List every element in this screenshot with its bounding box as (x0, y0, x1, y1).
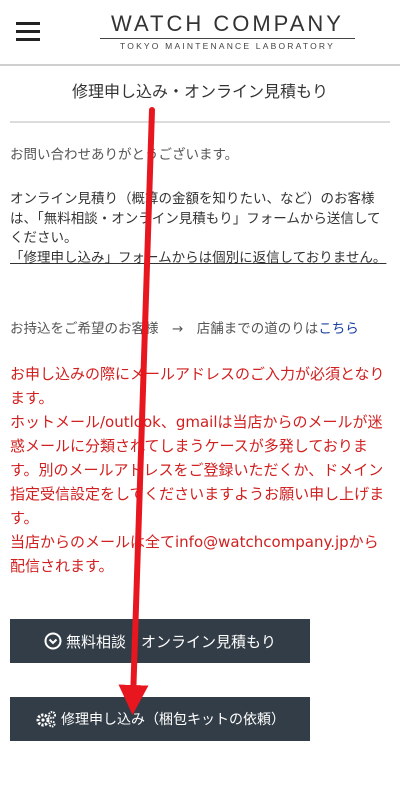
warning-line: お申し込みの際にメールアドレスのご入力が必須となります。 (10, 365, 385, 407)
visit-text: お持込をご希望のお客様 → 店舗までの道のりは (10, 321, 319, 337)
thanks-text: お問い合わせありがとうございます。 (10, 147, 239, 163)
page-title: 修理申し込み・オンライン見積もり (71, 82, 328, 101)
warning-line: 当店からのメールは全てinfo@watchcompany.jpから配信されます。 (10, 533, 379, 575)
repair-request-button[interactable]: 修理申し込み（梱包キットの依頼） (10, 697, 310, 741)
no-reply-note: 「修理申し込み」フォームからは個別に返信しておりません。 (10, 249, 387, 266)
gears-icon (35, 710, 57, 728)
warning-line: ホットメール/outlook、gmailは当店からのメールが迷惑メールに分類され… (10, 413, 385, 527)
consult-button-label: 無料相談・オンライン見積もり (65, 632, 276, 651)
consult-estimate-button[interactable]: 無料相談・オンライン見積もり (10, 619, 310, 663)
directions-link[interactable]: こちら (318, 321, 359, 337)
logo[interactable]: WATCH COMPANY TOKYO MAINTENANCE LABORATO… (100, 12, 355, 52)
chevron-circle-down-icon (44, 632, 62, 650)
logo-sub-text: TOKYO MAINTENANCE LABORATORY (120, 41, 335, 51)
logo-rule (100, 38, 355, 39)
estimate-note: オンライン見積り（概算の金額を知りたい、など）のお客様は、「無料相談・オンライン… (10, 190, 390, 268)
estimate-note-text: オンライン見積り（概算の金額を知りたい、など）のお客様は、「無料相談・オンライン… (10, 191, 381, 246)
hamburger-menu-icon[interactable] (16, 22, 40, 42)
repair-button-label: 修理申し込み（梱包キットの依頼） (61, 712, 285, 728)
logo-main-text: WATCH COMPANY (111, 11, 344, 36)
divider (10, 121, 390, 123)
header: WATCH COMPANY TOKYO MAINTENANCE LABORATO… (0, 0, 400, 66)
visit-note: お持込をご希望のお客様 → 店舗までの道のりはこちら (10, 320, 390, 340)
email-warning: お申し込みの際にメールアドレスのご入力が必須となります。 ホットメール/outl… (10, 362, 390, 578)
